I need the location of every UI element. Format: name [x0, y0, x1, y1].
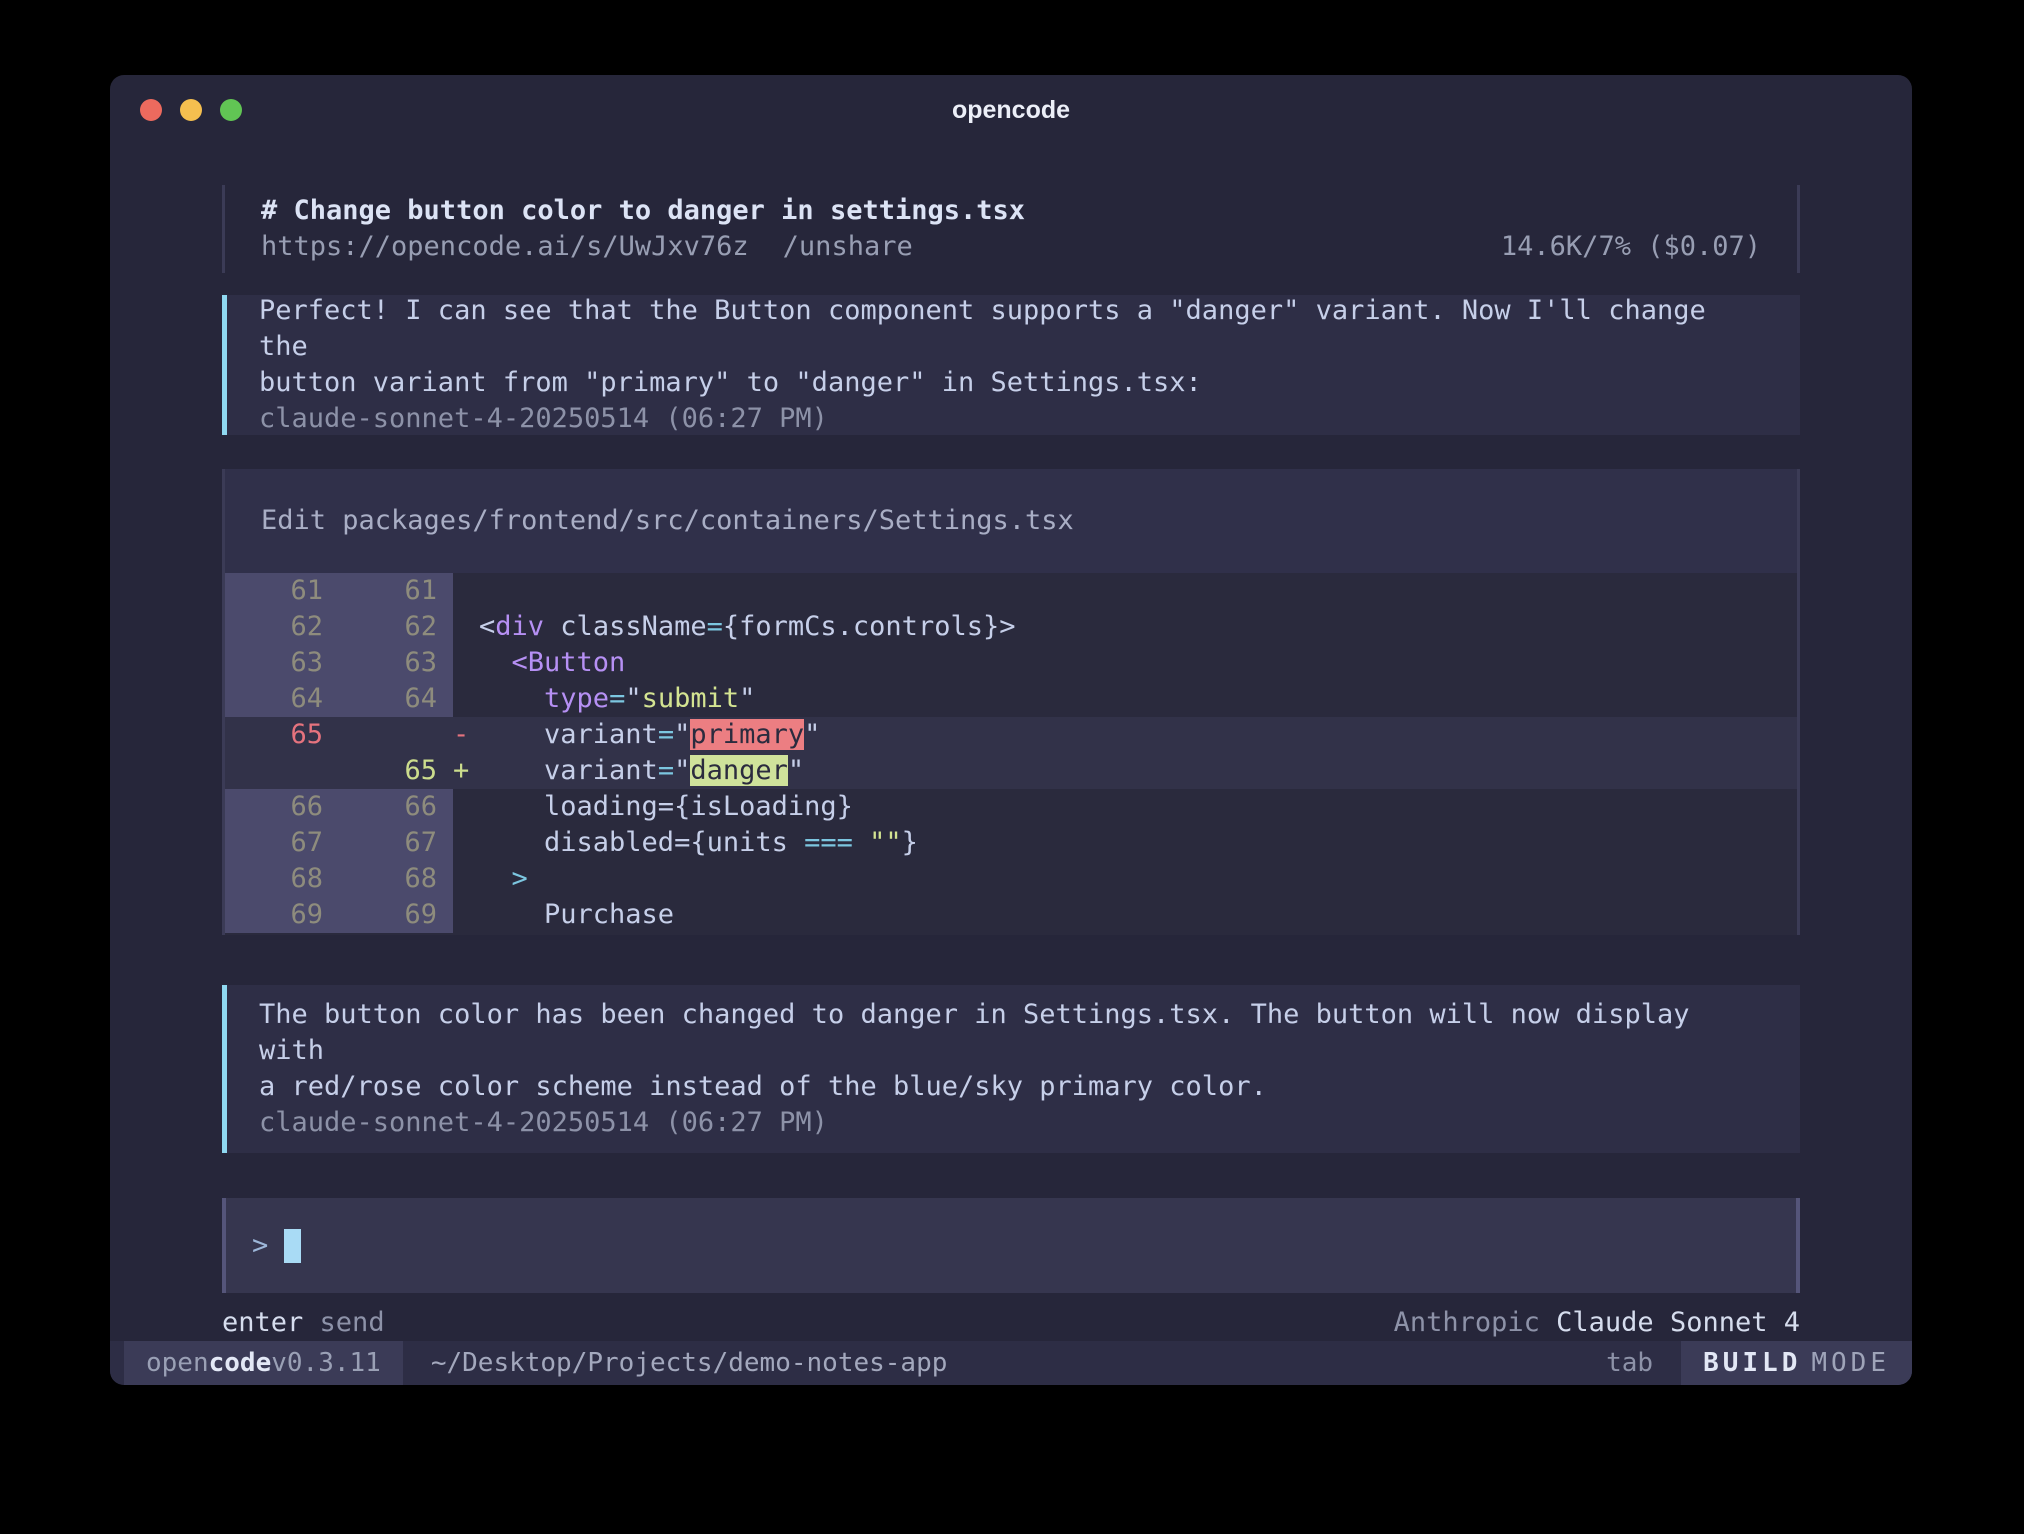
hints-row: enter send Anthropic Claude Sonnet 4 — [222, 1305, 1800, 1341]
opencode-window: opencode # Change button color to danger… — [110, 75, 1912, 1385]
diff: 61616262 <div className={formCs.controls}… — [225, 573, 1797, 933]
app-name-prefix: open — [146, 1341, 209, 1385]
diff-sign — [453, 861, 479, 897]
app-version-chip: opencode v0.3.11 — [124, 1341, 403, 1385]
app-version: v0.3.11 — [271, 1341, 381, 1385]
message-text: The button color has been changed to dan… — [259, 997, 1764, 1105]
status-bar: opencode v0.3.11 ~/Desktop/Projects/demo… — [110, 1341, 1912, 1385]
provider-label: Anthropic — [1394, 1307, 1540, 1338]
diff-sign — [453, 645, 479, 681]
prompt-input[interactable]: > — [222, 1198, 1800, 1293]
assistant-message: The button color has been changed to dan… — [222, 985, 1800, 1153]
edit-tool-block: Edit packages/frontend/src/containers/Se… — [222, 469, 1800, 935]
model-label: Claude Sonnet 4 — [1556, 1307, 1800, 1338]
diff-code-line: <div className={formCs.controls}> — [479, 609, 1015, 645]
titlebar: opencode — [110, 75, 1912, 145]
diff-gutter: 6969 — [225, 897, 453, 933]
diff-sign: + — [453, 753, 479, 789]
diff-row: 6868 > — [225, 861, 1797, 897]
diff-row: 65- variant="primary" — [225, 717, 1797, 753]
diff-gutter: 6666 — [225, 789, 453, 825]
diff-row: 6767 disabled={units === ""} — [225, 825, 1797, 861]
diff-code-line: > — [479, 861, 528, 897]
status-bar-right: tab BUILD MODE — [1606, 1341, 1912, 1385]
diff-code-line: loading={isLoading} — [479, 789, 853, 825]
diff-code-line: variant="danger" — [479, 753, 804, 789]
share-url-link[interactable]: https://opencode.ai/s/UwJxv76z — [261, 229, 749, 265]
diff-gutter: 6464 — [225, 681, 453, 717]
app-name-suffix: code — [209, 1341, 272, 1385]
tab-key-hint: tab — [1606, 1341, 1653, 1385]
diff-gutter: 6262 — [225, 609, 453, 645]
diff-code-line: disabled={units === ""} — [479, 825, 918, 861]
diff-row: 6969 Purchase — [225, 897, 1797, 933]
mode-name: BUILD — [1703, 1341, 1801, 1385]
diff-row: 6262 <div className={formCs.controls}> — [225, 609, 1797, 645]
diff-code-line: Purchase — [479, 897, 674, 933]
session-subline: https://opencode.ai/s/UwJxv76z /unshare … — [261, 229, 1797, 265]
assistant-message: Perfect! I can see that the Button compo… — [222, 295, 1800, 435]
mode-toggle-chip[interactable]: BUILD MODE — [1681, 1341, 1912, 1385]
diff-gutter: 65 — [225, 753, 453, 789]
diff-sign: - — [453, 717, 479, 753]
model-indicator: Anthropic Claude Sonnet 4 — [1394, 1305, 1800, 1341]
diff-sign — [453, 789, 479, 825]
diff-row: 65+ variant="danger" — [225, 753, 1797, 789]
diff-code-line: <Button — [479, 645, 625, 681]
diff-gutter: 6161 — [225, 573, 453, 609]
diff-row: 6161 — [225, 573, 1797, 609]
message-meta: claude-sonnet-4-20250514 (06:27 PM) — [259, 401, 1764, 437]
prompt-symbol: > — [252, 1228, 268, 1264]
diff-sign — [453, 897, 479, 933]
window-title: opencode — [110, 75, 1912, 145]
diff-gutter: 6363 — [225, 645, 453, 681]
enter-hint: enter send — [222, 1305, 385, 1341]
session-header: # Change button color to danger in setti… — [222, 185, 1800, 273]
text-cursor — [284, 1229, 301, 1263]
message-meta: claude-sonnet-4-20250514 (06:27 PM) — [259, 1105, 1764, 1141]
diff-gutter: 65 — [225, 717, 453, 753]
diff-gutter: 6767 — [225, 825, 453, 861]
diff-sign — [453, 825, 479, 861]
diff-sign — [453, 681, 479, 717]
diff-sign — [453, 609, 479, 645]
edit-tool-header: Edit packages/frontend/src/containers/Se… — [225, 469, 1797, 573]
working-directory: ~/Desktop/Projects/demo-notes-app — [431, 1341, 948, 1385]
session-title: # Change button color to danger in setti… — [261, 193, 1797, 229]
mode-label: MODE — [1811, 1341, 1890, 1385]
enter-key-label: enter — [222, 1307, 303, 1338]
unshare-command[interactable]: /unshare — [783, 229, 913, 265]
diff-row: 6464 type="submit" — [225, 681, 1797, 717]
diff-row: 6666 loading={isLoading} — [225, 789, 1797, 825]
diff-code-line: type="submit" — [479, 681, 755, 717]
message-text: Perfect! I can see that the Button compo… — [259, 293, 1764, 401]
send-action-label: send — [320, 1307, 385, 1338]
context-usage-stats: 14.6K/7% ($0.07) — [1501, 229, 1797, 265]
diff-row: 6363 <Button — [225, 645, 1797, 681]
diff-gutter: 6868 — [225, 861, 453, 897]
diff-sign — [453, 573, 479, 609]
diff-code-line: variant="primary" — [479, 717, 820, 753]
